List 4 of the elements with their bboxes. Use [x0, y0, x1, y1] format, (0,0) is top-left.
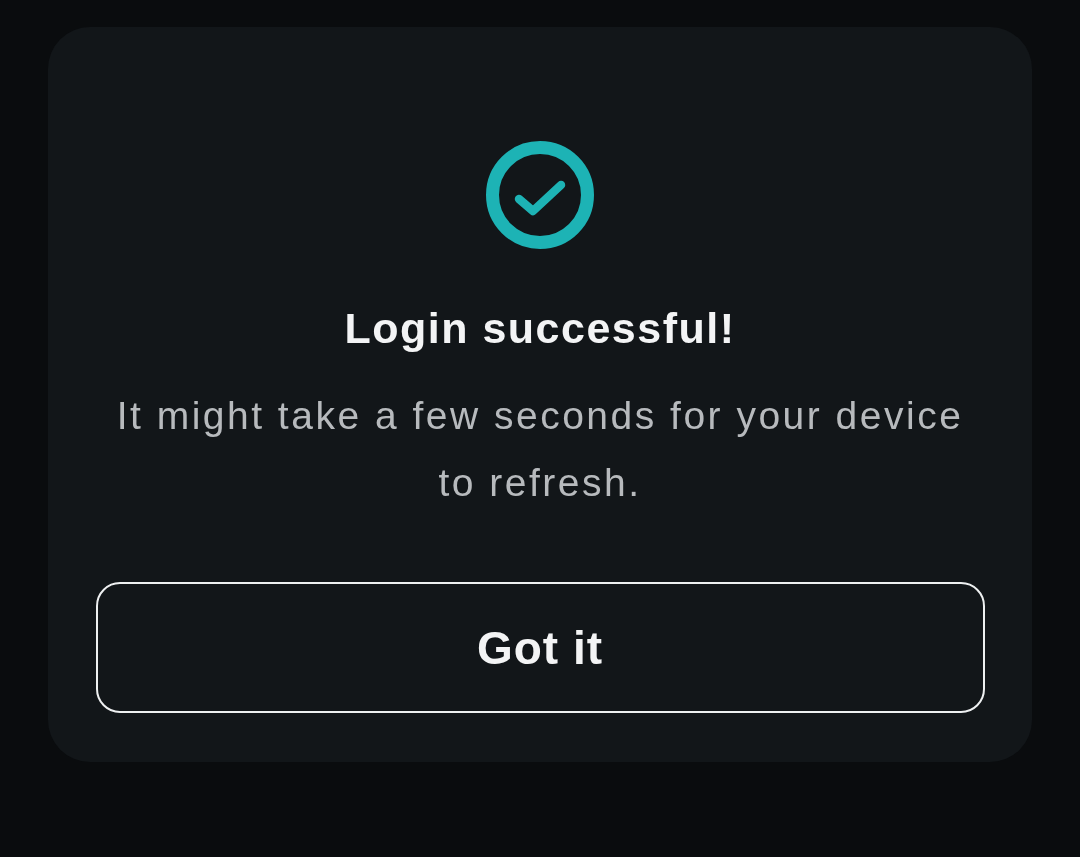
- dialog-title: Login successful!: [344, 303, 736, 353]
- dialog-message: It might take a few seconds for your device to refresh.: [115, 393, 965, 506]
- got-it-button[interactable]: Got it: [95, 582, 985, 713]
- check-circle-icon: [486, 141, 594, 249]
